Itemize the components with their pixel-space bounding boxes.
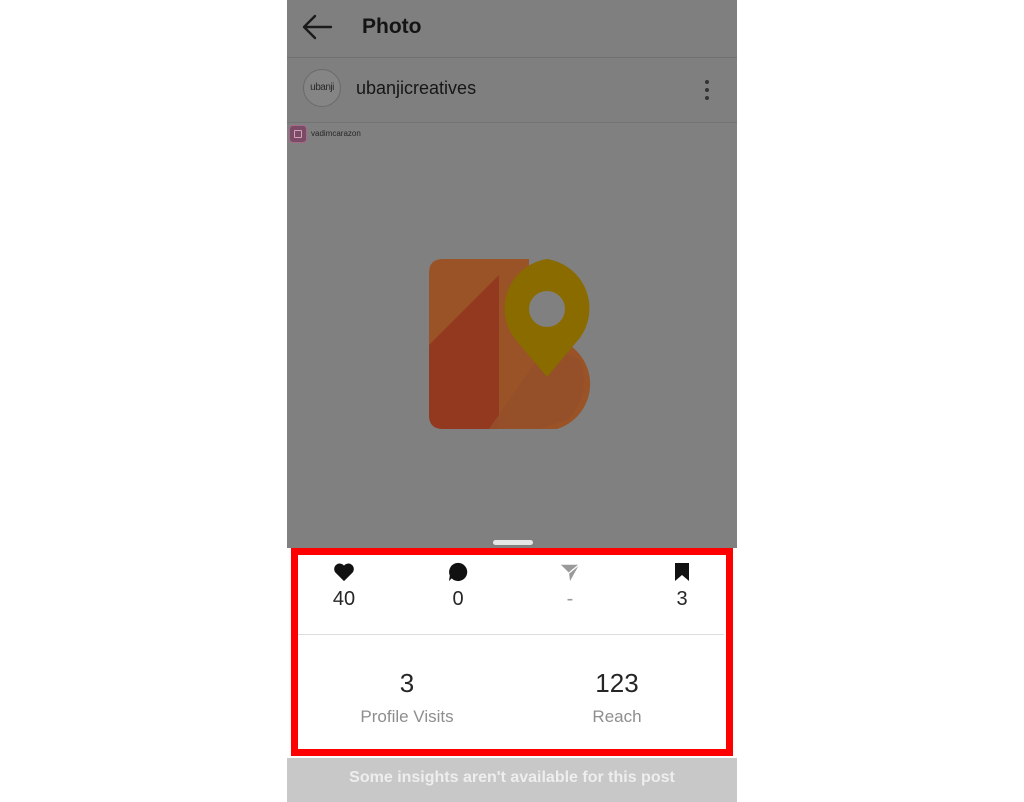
saves-stat: 3 [642,562,722,611]
insights-unavailable-note: Some insights aren't available for this … [287,758,737,802]
engagement-stats: 40 0 - 3 [298,562,728,634]
page-title: Photo [362,15,422,38]
watermark-text: vadimcarazon [311,129,361,138]
phone-screen: Photo ubanji ubanjicreatives vadimcarazo… [287,0,737,802]
comments-stat: 0 [418,562,498,611]
bookmark-icon [675,563,689,581]
shares-count: - [566,588,574,610]
heart-icon [334,563,354,582]
saves-count: 3 [676,588,688,610]
top-bar: Photo [287,0,737,58]
stats-divider [298,634,724,635]
comment-icon [448,562,468,582]
post-photo[interactable]: vadimcarazon [287,123,737,548]
post-author-row: ubanji ubanjicreatives [287,58,737,123]
likes-stat: 40 [304,562,384,611]
reach-metric: 123 Reach [517,668,717,727]
reach-value: 123 [595,668,639,698]
shares-stat: - [530,562,610,611]
likes-count: 40 [332,588,356,610]
share-icon [560,564,580,582]
insights-sheet: 40 0 - 3 3 Profile Visits 123 Reach [287,548,737,758]
more-options-icon[interactable] [700,78,714,102]
profile-visits-label: Profile Visits [360,707,454,726]
avatar[interactable]: ubanji [303,69,341,107]
reach-label: Reach [592,707,642,726]
profile-visits-metric: 3 Profile Visits [307,668,507,727]
sheet-drag-handle[interactable] [493,540,533,545]
watermark-logo-icon [289,125,307,143]
username[interactable]: ubanjicreatives [356,78,476,99]
back-arrow-icon[interactable] [301,13,333,41]
comments-count: 0 [452,588,464,610]
b-map-pin-logo-icon [429,259,591,429]
profile-visits-value: 3 [399,668,415,698]
